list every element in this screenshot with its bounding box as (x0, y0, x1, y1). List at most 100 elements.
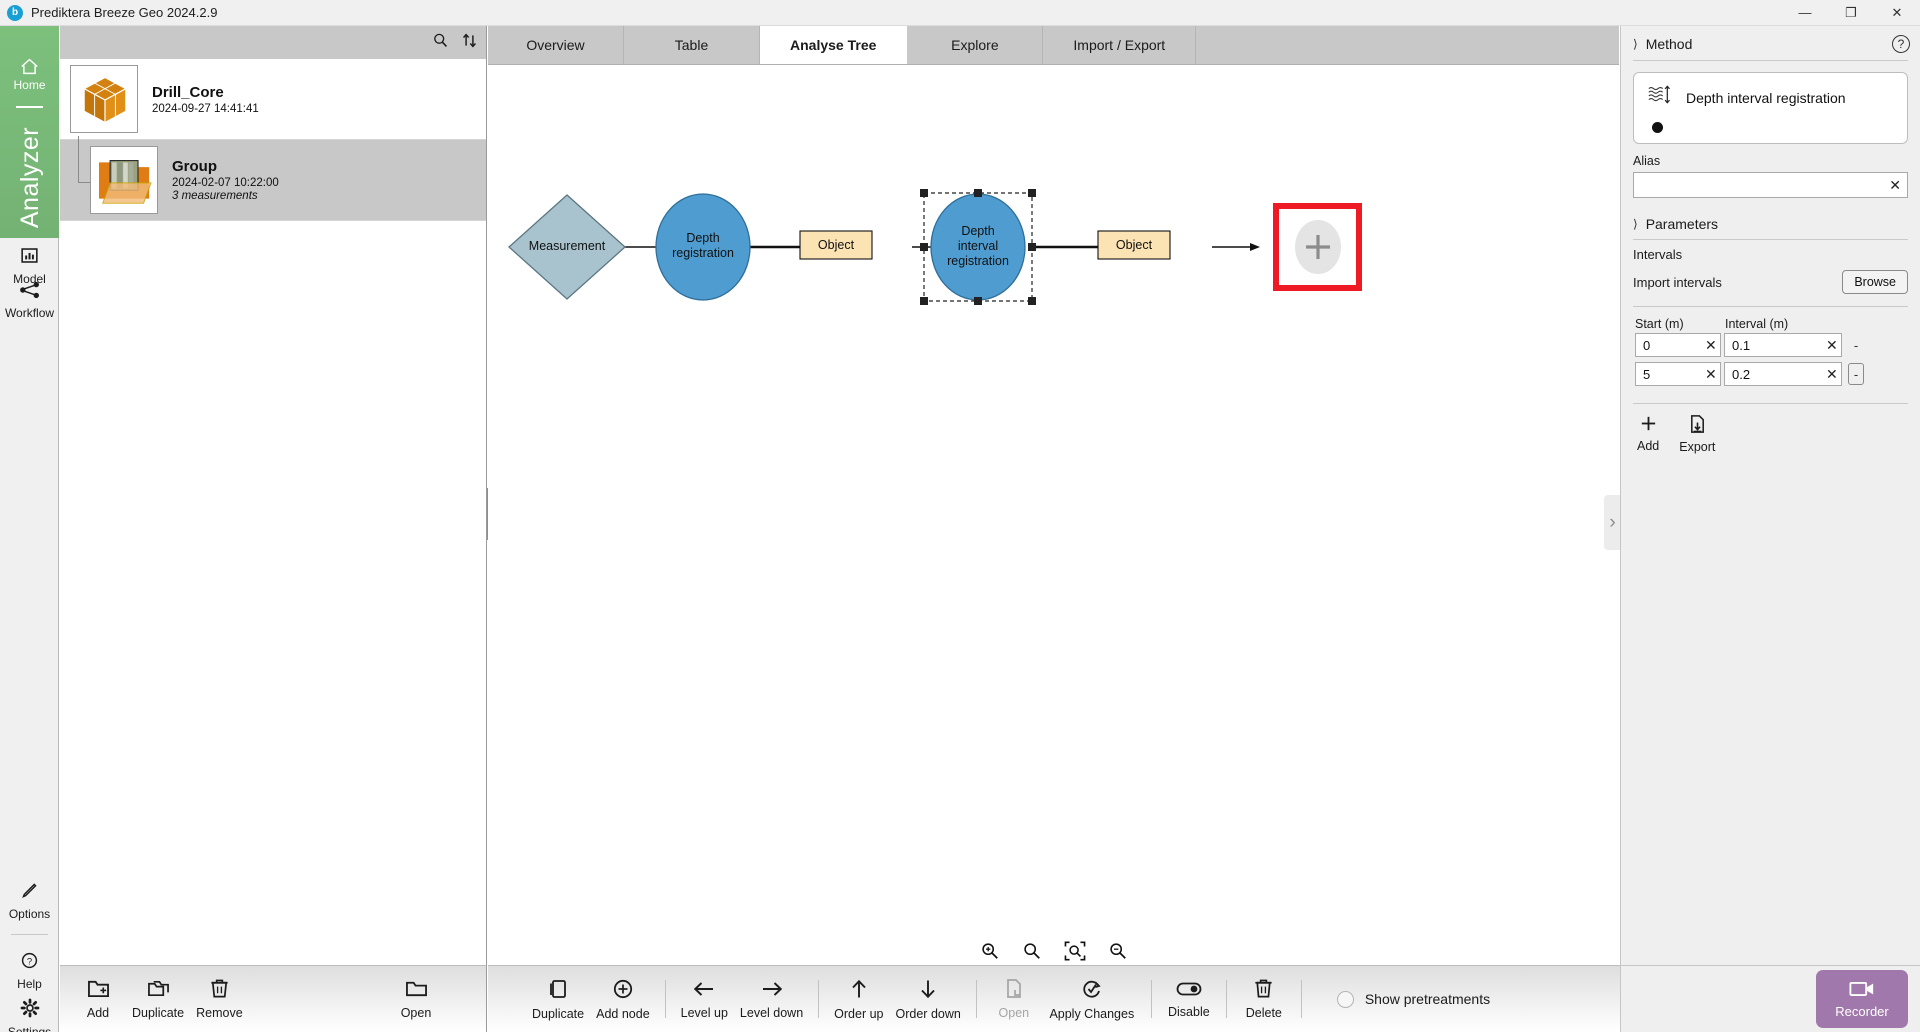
order-down-button[interactable]: Order down (890, 978, 967, 1021)
zoom-in-icon[interactable] (980, 941, 1000, 965)
close-button[interactable]: ✕ (1874, 0, 1920, 26)
alias-input[interactable] (1642, 177, 1884, 193)
toggle-icon (1167, 980, 1211, 1005)
sidebar-item-help[interactable]: ? Help (0, 951, 59, 991)
rail-separator (11, 934, 48, 935)
export-intervals-button[interactable]: Export (1679, 414, 1715, 454)
interval-row: ✕ ✕ - (1621, 362, 1920, 391)
interval-row: ✕ ✕ - (1621, 333, 1920, 362)
method-section-header[interactable]: ⟩ Method ? (1621, 26, 1920, 60)
list-item[interactable]: Group 2024-02-07 10:22:00 3 measurements (60, 136, 486, 221)
minimize-button[interactable]: — (1782, 0, 1828, 26)
node-depth-registration[interactable] (655, 193, 751, 301)
remove-interval-button-1[interactable]: - (1848, 363, 1864, 385)
open-dataset-button[interactable]: Open (388, 978, 444, 1020)
order-up-button[interactable]: Order up (828, 978, 889, 1021)
alias-label: Alias (1633, 154, 1661, 168)
zoom-out-icon[interactable] (1108, 941, 1128, 965)
toolbar-separator (818, 980, 820, 1018)
chevron-down-icon: ⟩ (1633, 217, 1638, 231)
add-interval-button[interactable]: Add (1637, 414, 1659, 454)
duplicate-dataset-button[interactable]: Duplicate (126, 978, 190, 1020)
remove-interval-button-0: - (1853, 337, 1859, 353)
rail-brand-label: Analyzer (16, 126, 44, 229)
interval-field-wrapper[interactable]: ✕ (1724, 333, 1842, 357)
tab-overview[interactable]: Overview (488, 26, 624, 64)
sidebar-item-model[interactable]: Model (0, 246, 59, 286)
list-item-text: Group 2024-02-07 10:22:00 3 measurements (172, 158, 279, 202)
add-dataset-button[interactable]: Add (70, 978, 126, 1020)
sidebar-item-options[interactable]: Options (0, 881, 59, 921)
right-panel-collapse-button[interactable]: › (1604, 495, 1621, 550)
level-up-button[interactable]: Level up (675, 979, 734, 1020)
analyse-tree-canvas[interactable]: Measurement Depth registration Object Dep… (488, 65, 1619, 979)
tab-bar: Overview Table Analyse Tree Explore Impo… (488, 26, 1619, 65)
node-object-1[interactable] (799, 230, 873, 260)
toolbar-separator (1300, 980, 1302, 1018)
tree-connector (78, 136, 79, 182)
apply-changes-button[interactable]: Apply Changes (1042, 978, 1142, 1021)
start-input-0[interactable] (1643, 337, 1699, 353)
remove-dataset-button[interactable]: Remove (190, 978, 249, 1020)
list-item-timestamp: 2024-02-07 10:22:00 (172, 177, 279, 189)
node-object-2[interactable] (1097, 230, 1171, 260)
start-input-1[interactable] (1643, 366, 1699, 382)
tab-analyse-tree[interactable]: Analyse Tree (760, 26, 908, 64)
clear-icon[interactable]: ✕ (1699, 366, 1717, 383)
node-depth-interval-registration[interactable] (930, 193, 1026, 301)
interval-field-wrapper[interactable]: ✕ (1724, 362, 1842, 386)
sidebar-item-settings[interactable]: Settings (0, 998, 59, 1032)
browse-button[interactable]: Browse (1842, 270, 1908, 294)
clear-icon[interactable]: ✕ (1883, 177, 1901, 194)
clear-icon[interactable]: ✕ (1820, 366, 1838, 383)
node-measurement[interactable] (508, 194, 626, 300)
method-card[interactable]: Depth interval registration (1633, 72, 1908, 144)
zoom-fit-icon[interactable] (1064, 941, 1086, 965)
refresh-check-icon (1048, 978, 1136, 1007)
recorder-button[interactable]: Recorder (1816, 970, 1908, 1028)
sidebar-item-workflow[interactable]: Workflow (0, 281, 59, 320)
sort-icon[interactable] (461, 32, 478, 53)
graph-svg (508, 189, 1362, 305)
interval-input-0[interactable] (1732, 337, 1820, 353)
folder-add-icon (76, 978, 120, 1006)
start-field-wrapper[interactable]: ✕ (1635, 362, 1721, 386)
list-item[interactable]: Drill_Core 2024-09-27 14:41:41 (60, 59, 486, 140)
title-bar: b Prediktera Breeze Geo 2024.2.9 — ❐ ✕ (0, 0, 1920, 26)
column-start: Start (m) (1635, 317, 1684, 331)
search-icon[interactable] (432, 32, 449, 53)
show-pretreatments-toggle[interactable]: Show pretreatments (1336, 990, 1491, 1008)
zoom-reset-icon[interactable] (1022, 941, 1042, 965)
tab-explore[interactable]: Explore (907, 26, 1044, 64)
level-down-button[interactable]: Level down (734, 979, 809, 1020)
chart-icon (0, 246, 59, 272)
plus-circle-icon (596, 978, 650, 1007)
intervals-table-header: Start (m) Interval (m) (1621, 307, 1920, 333)
clear-icon[interactable]: ✕ (1699, 337, 1717, 354)
alias-field-wrapper[interactable]: ✕ (1633, 172, 1908, 198)
tab-import-export[interactable]: Import / Export (1043, 26, 1197, 64)
show-pretreatments-label: Show pretreatments (1364, 991, 1491, 1007)
start-field-wrapper[interactable]: ✕ (1635, 333, 1721, 357)
app-logo-icon: b (7, 4, 23, 21)
duplicate-node-button[interactable]: Duplicate (526, 978, 590, 1021)
interval-actions: Add Export (1621, 404, 1920, 454)
clear-icon[interactable]: ✕ (1820, 337, 1838, 354)
add-node-button[interactable]: Add node (590, 978, 656, 1021)
dataset-list-panel: Drill_Core 2024-09-27 14:41:41 Group 202… (60, 26, 487, 1032)
delete-node-label: Delete (1245, 1006, 1282, 1020)
sidebar-item-home[interactable]: Home (0, 56, 59, 92)
parameters-section-header[interactable]: ⟩ Parameters (1621, 198, 1920, 239)
tab-table[interactable]: Table (624, 26, 760, 64)
arrow-down-icon (896, 978, 961, 1007)
disable-node-button[interactable]: Disable (1161, 980, 1217, 1019)
add-dataset-label: Add (86, 1006, 110, 1020)
interval-input-1[interactable] (1732, 366, 1820, 382)
help-icon[interactable]: ? (1892, 35, 1910, 53)
order-up-label: Order up (834, 1006, 884, 1021)
maximize-restore-button[interactable]: ❐ (1828, 0, 1874, 26)
duplicate-node-label: Duplicate (532, 1006, 585, 1021)
depth-interval-icon (1646, 83, 1672, 112)
delete-node-button[interactable]: Delete (1236, 978, 1292, 1020)
parameters-section-title: Parameters (1645, 216, 1719, 232)
